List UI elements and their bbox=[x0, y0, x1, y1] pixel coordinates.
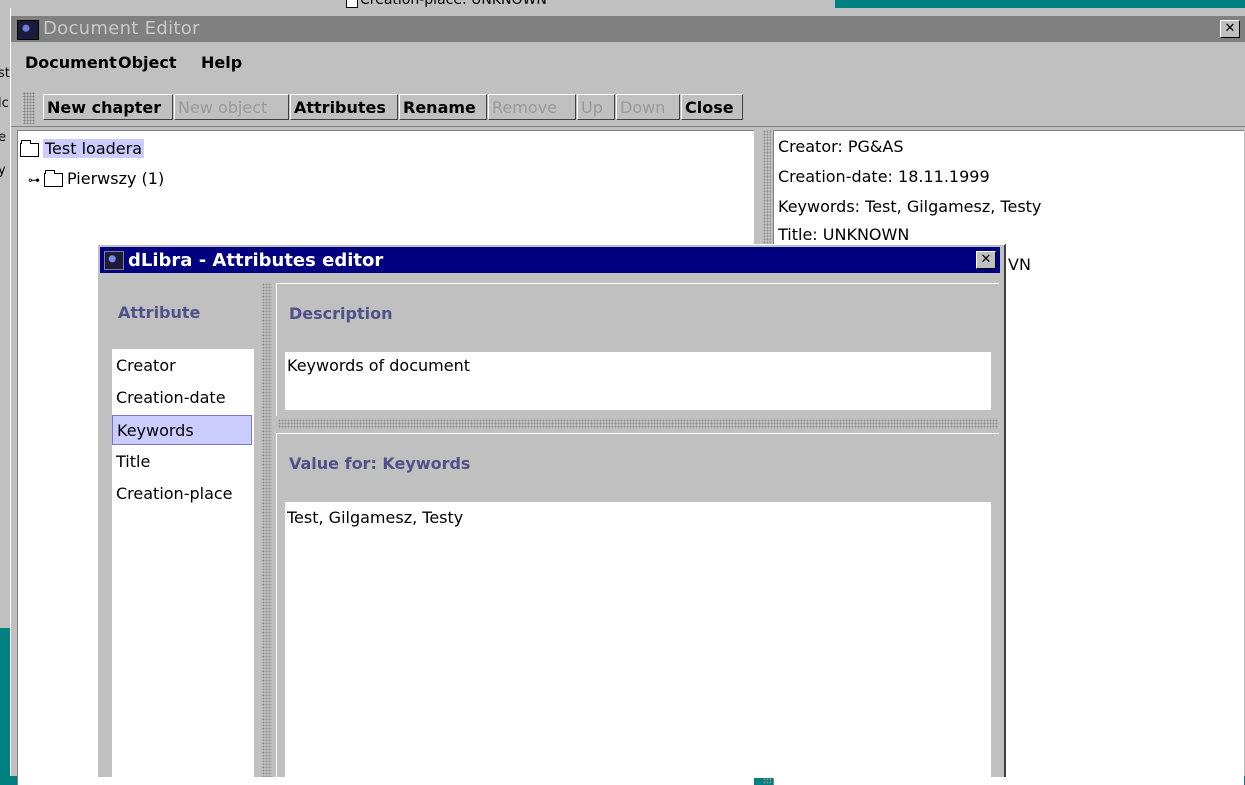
menu-object[interactable]: Object bbox=[118, 53, 177, 72]
list-item[interactable]: Title bbox=[112, 447, 252, 477]
strip-text: e bbox=[0, 130, 6, 145]
dialog-title: dLibra - Attributes editor bbox=[128, 250, 384, 271]
close-button[interactable]: Close bbox=[681, 94, 743, 120]
expand-icon[interactable]: ⊶ bbox=[28, 173, 40, 187]
attribute-header: Attribute bbox=[118, 303, 201, 322]
property-line: Title: UNKNOWN bbox=[778, 225, 910, 244]
attributes-button[interactable]: Attributes bbox=[290, 94, 398, 120]
folder-icon bbox=[44, 169, 63, 187]
new-object-button[interactable]: New object bbox=[174, 94, 289, 120]
strip-text: st bbox=[0, 66, 10, 81]
property-line: Creator: PG&AS bbox=[778, 137, 904, 156]
checkbox-icon bbox=[346, 0, 358, 8]
rename-button[interactable]: Rename bbox=[399, 94, 487, 120]
list-item[interactable]: Creation-date bbox=[112, 383, 252, 413]
close-icon[interactable]: ✕ bbox=[1220, 20, 1240, 38]
value-input[interactable]: Test, Gilgamesz, Testy bbox=[285, 502, 991, 778]
property-line: Creation-date: 18.11.1999 bbox=[778, 167, 990, 186]
strip-text: lc bbox=[0, 96, 9, 111]
description-pane: Description Keywords of document bbox=[276, 283, 999, 416]
menu-bar: Document Object Help bbox=[11, 50, 1245, 76]
folder-icon bbox=[20, 139, 39, 157]
app-icon bbox=[17, 20, 39, 40]
horizontal-divider[interactable] bbox=[278, 419, 998, 429]
app-icon bbox=[104, 251, 124, 270]
tree-node-label: Pierwszy (1) bbox=[67, 169, 165, 188]
value-header: Value for: Keywords bbox=[289, 454, 471, 473]
toolbar-grip[interactable] bbox=[23, 92, 35, 124]
close-icon[interactable]: ✕ bbox=[976, 251, 996, 269]
attributes-editor-dialog: dLibra - Attributes editor ✕ Attribute C… bbox=[97, 244, 1006, 778]
list-item[interactable]: Creation-place bbox=[112, 479, 252, 509]
tree-node-root[interactable]: Test loadera bbox=[20, 139, 145, 158]
dialog-titlebar[interactable]: dLibra - Attributes editor ✕ bbox=[100, 247, 1000, 273]
property-line: VN bbox=[1008, 255, 1031, 274]
list-item[interactable]: Creator bbox=[112, 351, 252, 381]
value-pane: Value for: Keywords Test, Gilgamesz, Tes… bbox=[276, 433, 999, 778]
new-chapter-button[interactable]: New chapter bbox=[43, 94, 173, 120]
attribute-list[interactable]: Creator Creation-date Keywords Title Cre… bbox=[112, 349, 254, 777]
remove-button[interactable]: Remove bbox=[488, 94, 576, 120]
vertical-divider[interactable] bbox=[262, 283, 272, 777]
down-button[interactable]: Down bbox=[616, 94, 680, 120]
window-title: Document Editor bbox=[43, 18, 200, 39]
value-text: Test, Gilgamesz, Testy bbox=[287, 508, 464, 527]
menu-help[interactable]: Help bbox=[201, 53, 242, 72]
property-line: Keywords: Test, Gilgamesz, Testy bbox=[778, 197, 1042, 216]
window-titlebar[interactable]: Document Editor ✕ bbox=[11, 16, 1245, 42]
description-text: Keywords of document bbox=[287, 356, 470, 375]
description-header: Description bbox=[289, 304, 393, 323]
tree-node-label: Test loadera bbox=[43, 139, 145, 158]
tree-node-child[interactable]: ⊶ Pierwszy (1) bbox=[28, 169, 164, 188]
up-button[interactable]: Up bbox=[577, 94, 615, 120]
strip-text: y bbox=[0, 163, 6, 178]
toolbar: New chapter New object Attributes Rename… bbox=[11, 90, 1245, 127]
list-item-selected[interactable]: Keywords bbox=[112, 415, 252, 445]
menu-document[interactable]: Document bbox=[25, 53, 117, 72]
background-window-strip: st lc e y bbox=[0, 8, 10, 628]
background-window-text: Creation-place: UNKNOWN bbox=[360, 0, 547, 8]
description-box: Keywords of document bbox=[285, 352, 991, 410]
